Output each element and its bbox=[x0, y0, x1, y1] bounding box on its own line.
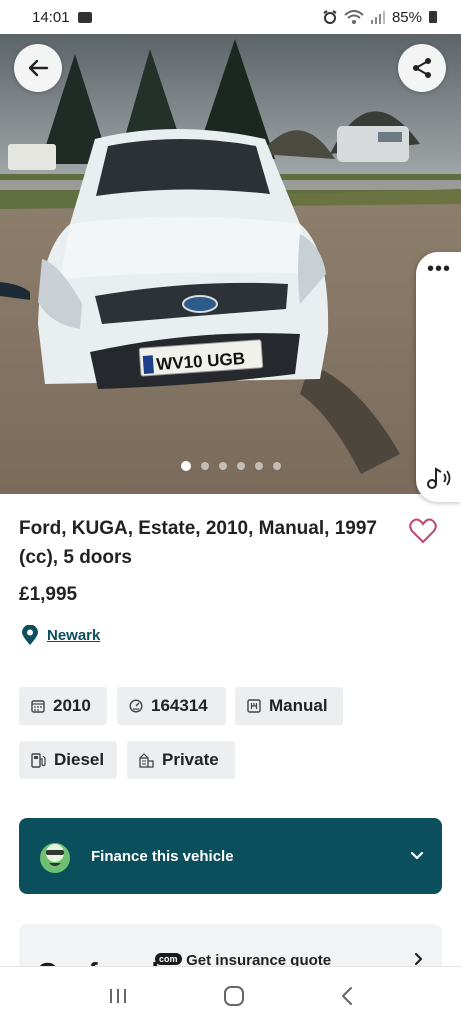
listing-price: £1,995 bbox=[19, 584, 78, 605]
system-nav-bar bbox=[0, 966, 461, 1024]
spec-transmission: Manual bbox=[269, 696, 328, 715]
spec-transmission-chip: Manual bbox=[235, 687, 343, 725]
alarm-icon bbox=[323, 10, 337, 24]
calendar-icon bbox=[31, 700, 45, 713]
vehicle-photo[interactable]: WV10 UGB bbox=[0, 34, 461, 494]
carousel-dot-6[interactable] bbox=[272, 462, 281, 470]
spec-fuel: Diesel bbox=[54, 750, 105, 769]
spec-seller-chip: Private bbox=[127, 741, 235, 779]
battery-icon bbox=[429, 11, 437, 23]
gallery-icon bbox=[77, 11, 92, 23]
gearbox-icon bbox=[247, 699, 261, 713]
vehicle-photo-carousel[interactable]: WV10 UGB bbox=[0, 34, 461, 494]
spec-fuel-chip: Diesel bbox=[19, 741, 117, 779]
house-icon bbox=[139, 752, 154, 768]
listing-title: Ford, KUGA, Estate, 2010, Manual, 1997 (… bbox=[19, 518, 377, 568]
location-pin-icon bbox=[22, 625, 38, 645]
fuel-pump-icon bbox=[31, 752, 46, 768]
spec-year: 2010 bbox=[53, 696, 91, 715]
back-button[interactable] bbox=[14, 44, 62, 92]
arrow-left-icon bbox=[28, 59, 49, 77]
carousel-dot-2[interactable] bbox=[200, 462, 209, 470]
signal-icon bbox=[370, 10, 385, 24]
carousel-dot-5[interactable] bbox=[254, 462, 263, 470]
finance-vehicle-button[interactable]: Finance this vehicle bbox=[19, 818, 442, 894]
music-note-icon[interactable] bbox=[426, 466, 452, 490]
spec-seller: Private bbox=[162, 750, 219, 769]
home-icon[interactable] bbox=[223, 985, 245, 1007]
listing-location[interactable]: Newark bbox=[22, 625, 100, 645]
carousel-dot-1[interactable] bbox=[180, 461, 191, 471]
battery-percent: 85% bbox=[391, 8, 422, 26]
finance-mascot-icon bbox=[40, 843, 70, 873]
spec-year-chip: 2010 bbox=[19, 687, 107, 725]
location-link[interactable]: Newark bbox=[47, 627, 100, 644]
recent-apps-icon[interactable] bbox=[108, 987, 128, 1005]
back-chevron-icon[interactable] bbox=[340, 986, 354, 1006]
favourite-button[interactable] bbox=[409, 518, 439, 548]
spec-mileage-chip: 164314 bbox=[117, 687, 226, 725]
spec-mileage: 164314 bbox=[151, 696, 208, 715]
carousel-dot-4[interactable] bbox=[236, 462, 245, 470]
chevron-right-icon bbox=[414, 952, 423, 966]
carousel-dot-3[interactable] bbox=[218, 462, 227, 470]
finance-label: Finance this vehicle bbox=[91, 847, 234, 865]
wifi-icon bbox=[344, 10, 364, 24]
more-options-icon[interactable]: ••• bbox=[427, 259, 451, 279]
chevron-down-icon bbox=[410, 851, 424, 860]
carousel-indicator[interactable] bbox=[0, 461, 461, 471]
floating-side-panel[interactable]: ••• bbox=[416, 252, 461, 502]
share-icon bbox=[413, 58, 431, 78]
status-time: 14:01 bbox=[32, 8, 70, 26]
heart-outline-icon bbox=[409, 518, 437, 544]
share-button[interactable] bbox=[398, 44, 446, 92]
listing-header: Ford, KUGA, Estate, 2010, Manual, 1997 (… bbox=[19, 514, 439, 572]
status-bar: 14:01 85% bbox=[0, 0, 461, 34]
speedometer-icon bbox=[129, 699, 143, 713]
com-badge: com bbox=[155, 953, 182, 965]
